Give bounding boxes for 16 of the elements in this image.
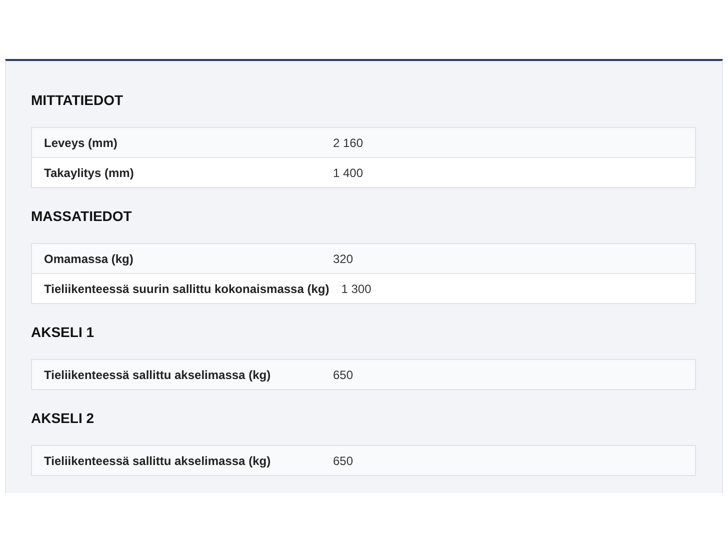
spec-value: 1 400 [333, 166, 364, 180]
spec-label: Tieliikenteessä suurin sallittu kokonaismassa (kg) [43, 282, 330, 296]
spec-value: 650 [333, 454, 354, 468]
section-heading: MITTATIEDOT [31, 91, 124, 109]
spec-value: 320 [333, 252, 354, 266]
spec-value: 2 160 [333, 136, 364, 150]
spec-label: Tieliikenteessä sallittu akselimassa (kg) [43, 454, 272, 468]
spec-value: 650 [333, 368, 354, 382]
spec-label: Takaylitys (mm) [43, 166, 135, 180]
section-heading: AKSELI 2 [31, 409, 96, 427]
spec-label: Leveys (mm) [43, 136, 118, 150]
spec-label: Omamassa (kg) [43, 252, 134, 266]
section-heading: MASSATIEDOT [31, 207, 133, 225]
spec-value: 1 300 [341, 282, 372, 296]
section-heading: AKSELI 1 [31, 323, 96, 341]
spec-label: Tieliikenteessä sallittu akselimassa (kg) [43, 368, 272, 382]
